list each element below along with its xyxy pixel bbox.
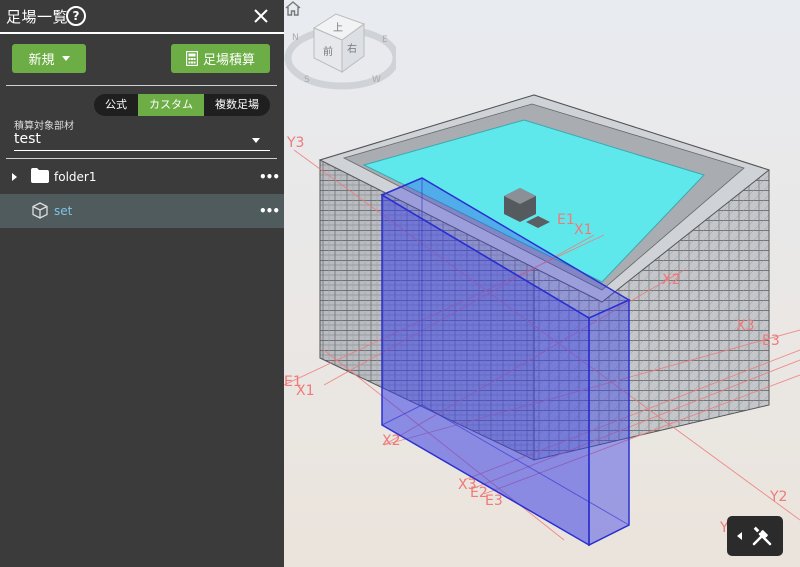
navigation-cube[interactable]: 上 前 右 N E S W — [284, 0, 396, 95]
cube-icon — [32, 202, 48, 219]
scaffold-calc-button[interactable]: 足場積算 — [171, 44, 270, 73]
more-icon[interactable]: ••• — [259, 170, 280, 184]
compass-label: E — [382, 35, 388, 45]
folder-icon — [31, 168, 49, 183]
grid-label: X1 — [296, 383, 315, 399]
scaffold-calc-button-label: 足場積算 — [202, 53, 255, 68]
tools-icon — [752, 526, 772, 546]
panel-title: 足場一覧 — [6, 8, 69, 26]
grid-label: X2 — [382, 433, 401, 449]
panel-header: 足場一覧 ? — [0, 0, 284, 34]
new-button-label: 新規 — [28, 53, 55, 68]
mode-tabs: 公式 カスタム 複数足場 — [94, 94, 270, 116]
select-underline — [14, 150, 270, 151]
new-button[interactable]: 新規 — [12, 44, 86, 73]
chevron-down-icon — [61, 56, 70, 61]
grid-label: X2 — [662, 272, 681, 288]
grid-label: X1 — [574, 222, 593, 238]
chevron-left-icon — [737, 532, 742, 540]
help-icon[interactable]: ? — [66, 6, 86, 26]
tab-custom[interactable]: カスタム — [138, 94, 204, 116]
close-icon[interactable] — [251, 6, 271, 26]
compass-label: N — [292, 33, 299, 43]
more-icon[interactable]: ••• — [259, 204, 280, 218]
grid-label: E3 — [485, 493, 503, 509]
tree-item-set[interactable]: set ••• — [0, 194, 284, 228]
target-member-label: 積算対象部材 — [14, 121, 74, 132]
calculator-icon — [185, 51, 198, 66]
tools-button[interactable] — [727, 516, 783, 556]
grid-label: E1 — [557, 212, 575, 228]
tree-item-label: folder1 — [54, 170, 97, 184]
compass-label: W — [372, 75, 381, 85]
target-member-select[interactable]: test — [14, 131, 41, 147]
tree-item-folder1[interactable]: folder1 ••• — [0, 160, 284, 194]
grid-label: X3 — [736, 318, 755, 334]
compass-label: S — [304, 75, 310, 85]
grid-label: E3 — [762, 333, 780, 349]
scaffold-list-panel: 足場一覧 ? 新規 足場積算 公式 カスタム 複数足場 積算対象部材 test — [0, 0, 284, 567]
divider — [6, 85, 277, 86]
chevron-down-icon[interactable] — [252, 138, 260, 143]
grid-label: Y2 — [769, 489, 787, 505]
grid-label: Y3 — [286, 135, 304, 151]
tab-multi-scaffold[interactable]: 複数足場 — [204, 94, 270, 116]
3d-viewport[interactable]: Y3 E1 X1 X2 E1 X1 X2 X3 E2 E3 X3 E3 Y2 Y… — [284, 0, 800, 567]
navcube-top-label: 上 — [333, 22, 343, 34]
tab-official[interactable]: 公式 — [94, 94, 138, 116]
tree-item-label: set — [54, 204, 73, 218]
navcube-front-label: 前 — [323, 45, 333, 58]
expand-icon[interactable] — [12, 173, 17, 181]
divider — [6, 158, 277, 159]
navcube-right-label: 右 — [347, 42, 357, 55]
